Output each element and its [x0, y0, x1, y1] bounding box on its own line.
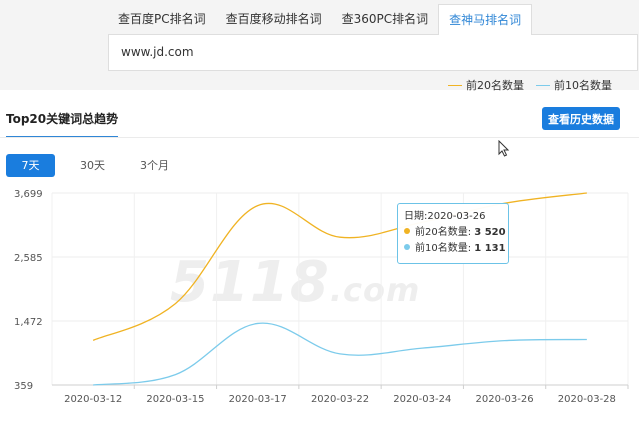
y-tick-label: 3,699 [14, 189, 43, 200]
y-tick-label: 2,585 [14, 253, 43, 264]
x-tick-label: 2020-03-28 [558, 394, 616, 405]
tooltip-top20-label: 前20名数量: [415, 227, 472, 238]
tooltip-top10-label: 前10名数量: [415, 243, 472, 254]
tooltip-top20-value: 3 520 [474, 227, 506, 238]
x-tick-label: 2020-03-26 [476, 394, 534, 405]
series-line-top10 [93, 322, 587, 386]
mouse-cursor-icon [498, 140, 510, 157]
y-tick-label: 1,472 [14, 317, 43, 328]
x-tick-label: 2020-03-22 [311, 394, 369, 405]
tooltip-top10-row: 前10名数量: 1 131 [404, 241, 508, 257]
x-tick-label: 2020-03-12 [64, 394, 122, 405]
series-line-top20 [92, 192, 587, 341]
tooltip-top20-dot [404, 228, 410, 234]
x-tick-label: 2020-03-17 [229, 394, 287, 405]
tooltip-top10-value: 1 131 [474, 243, 506, 254]
tooltip-top10-dot [404, 244, 410, 250]
tab-shenma[interactable]: 查神马排名词 [438, 4, 533, 35]
tooltip-top20-row: 前20名数量: 3 520 [404, 225, 508, 241]
y-tick-label: 359 [14, 381, 33, 392]
tooltip-date: 2020-03-26 [427, 211, 486, 222]
trend-chart: 3,699 2,585 1,472 359 2020-03-12 2020-03-15 20… [14, 189, 629, 405]
x-tick-label: 2020-03-24 [393, 394, 451, 405]
x-tick-label: 2020-03-15 [146, 394, 204, 405]
chart-tooltip: 日期:2020-03-26 前20名数量: 3 520 前10名数量: 1 13… [397, 203, 509, 264]
tooltip-date-label: 日期: [404, 211, 428, 222]
tooltip-date-row: 日期:2020-03-26 [404, 209, 508, 225]
